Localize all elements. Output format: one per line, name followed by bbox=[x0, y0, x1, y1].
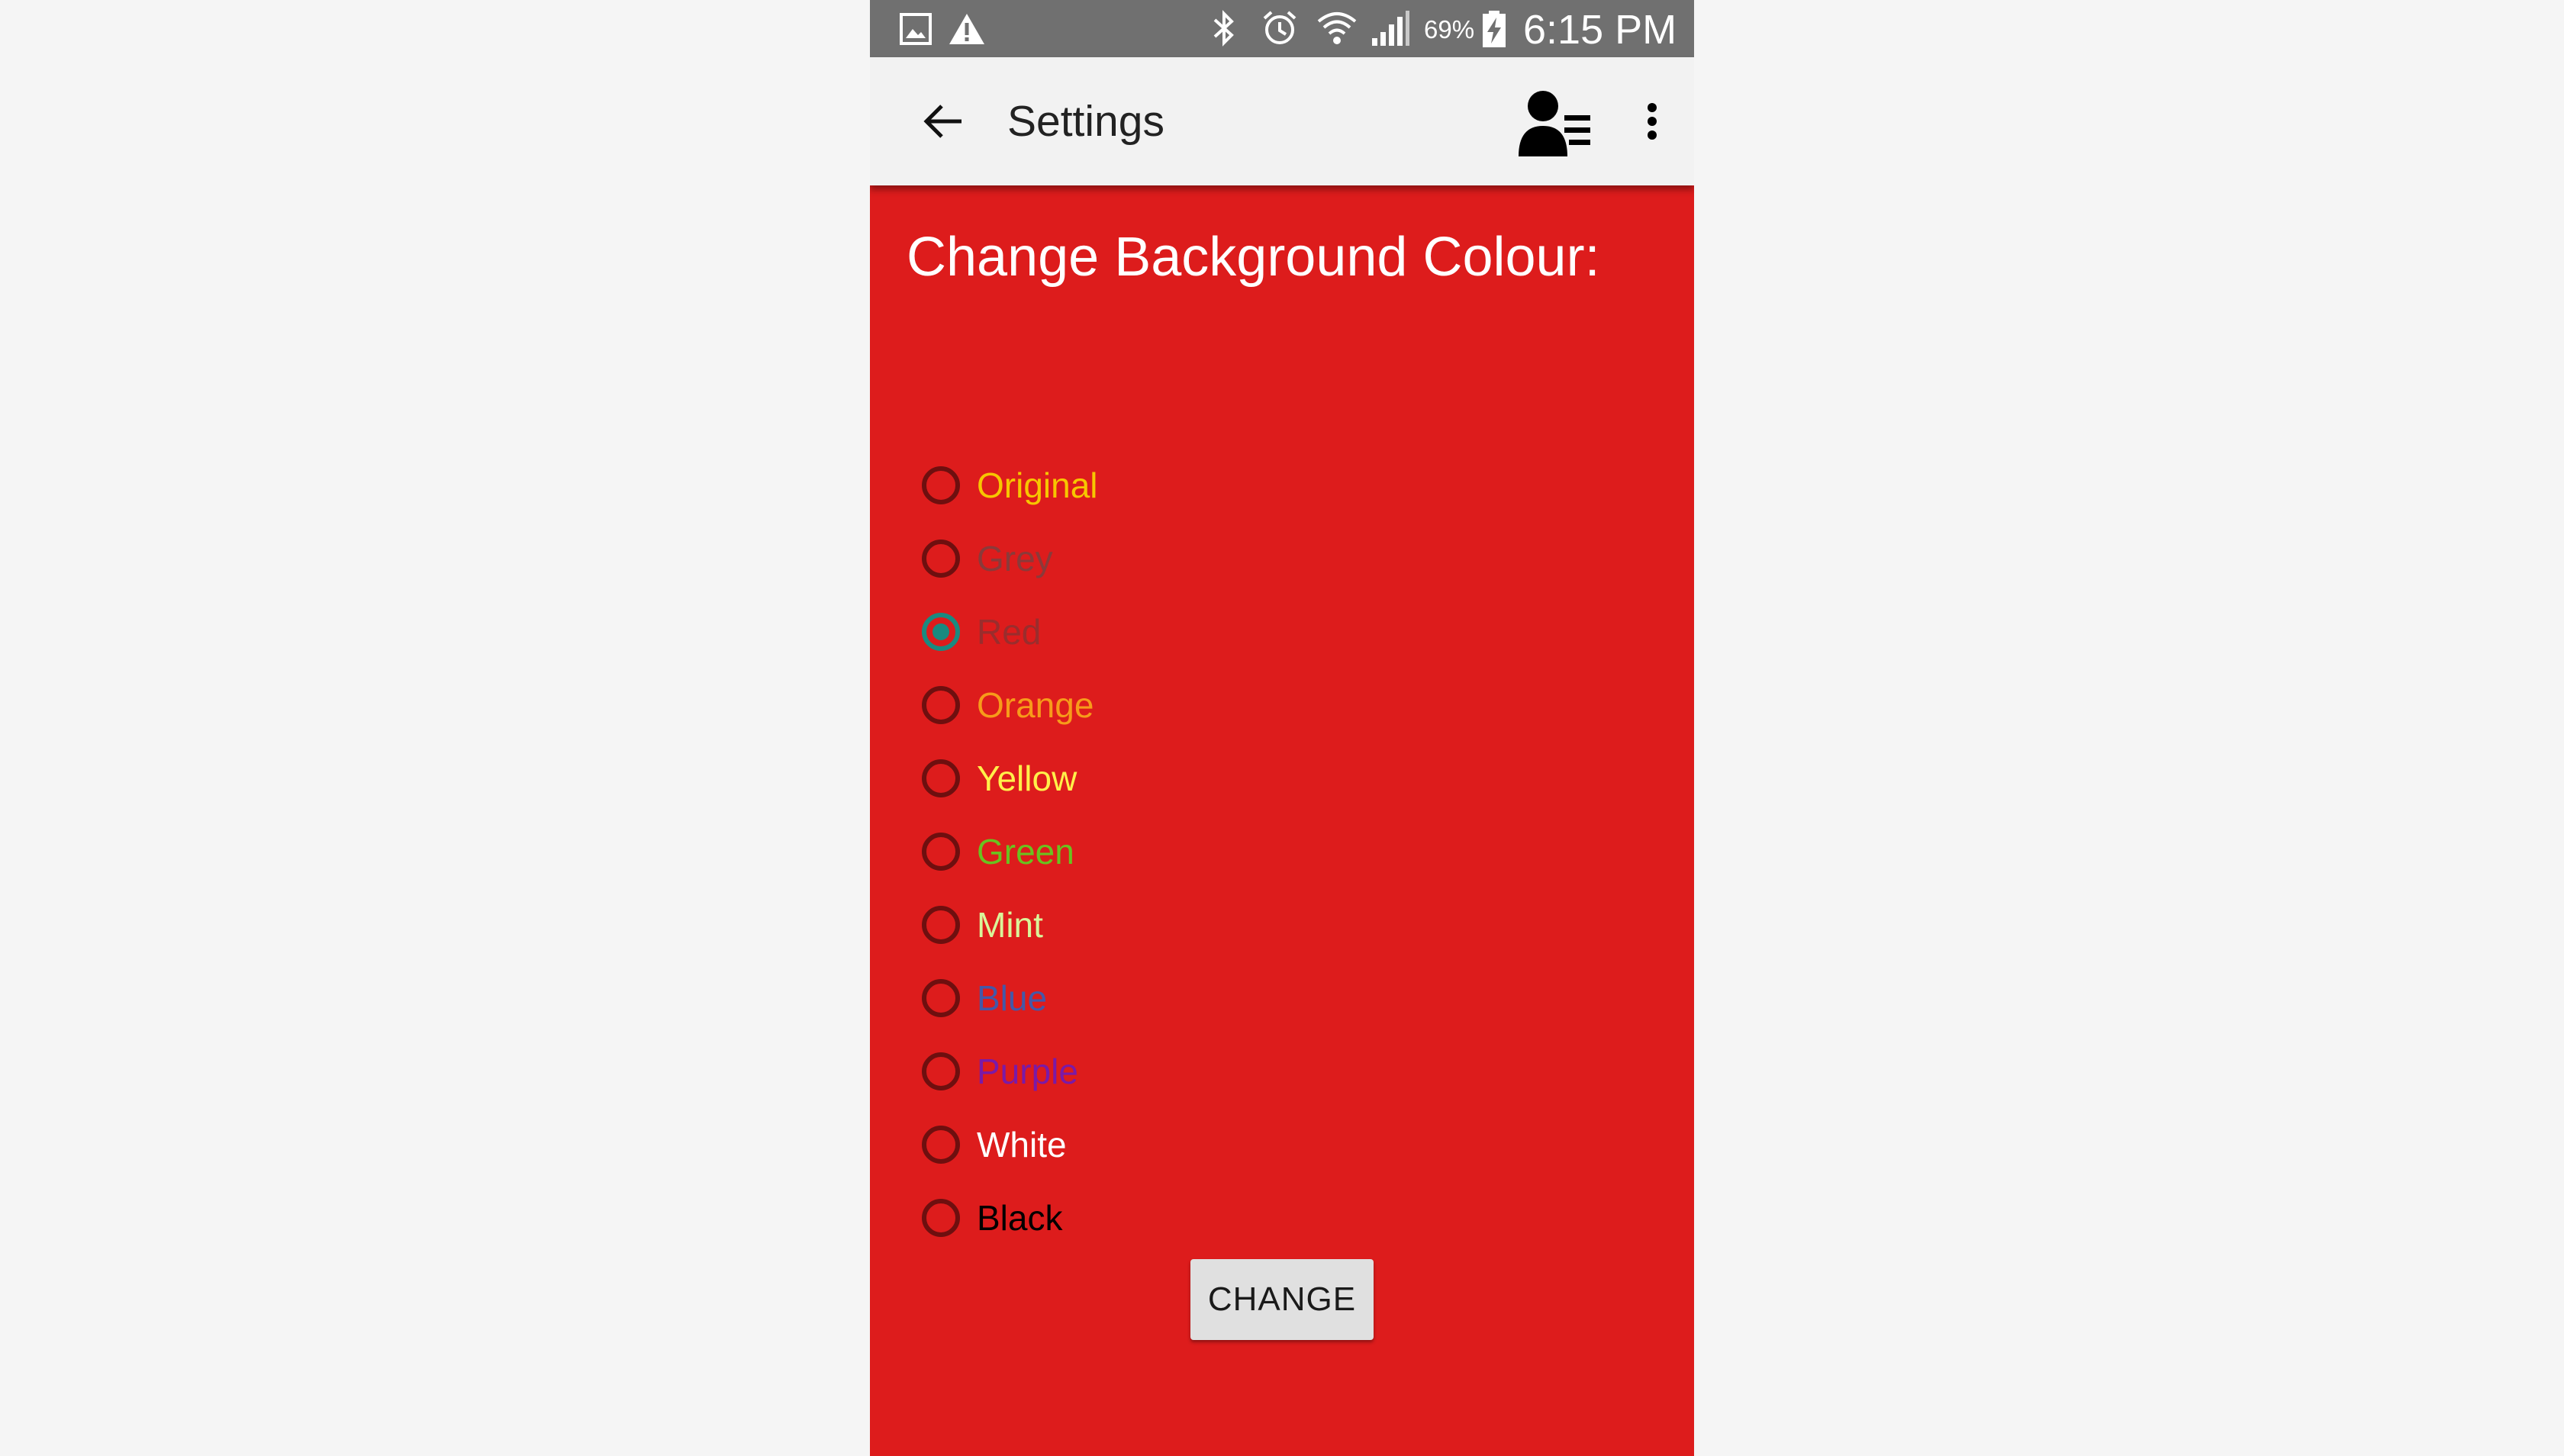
radio-option-white[interactable]: White bbox=[922, 1108, 1456, 1181]
radio-label: Grey bbox=[977, 539, 1053, 578]
radio-label: Mint bbox=[977, 905, 1043, 945]
alarm-icon bbox=[1261, 9, 1299, 51]
radio-label: Original bbox=[977, 465, 1098, 505]
warning-icon bbox=[948, 12, 986, 50]
radio-option-red[interactable]: Red bbox=[922, 595, 1456, 668]
radio-label: White bbox=[977, 1125, 1067, 1164]
radio-option-purple[interactable]: Purple bbox=[922, 1035, 1456, 1108]
back-button[interactable] bbox=[916, 94, 971, 149]
radio-button[interactable] bbox=[922, 686, 960, 724]
radio-button[interactable] bbox=[922, 833, 960, 871]
arrow-left-icon bbox=[923, 105, 961, 138]
radio-option-blue[interactable]: Blue bbox=[922, 962, 1456, 1035]
profile-button[interactable] bbox=[1514, 85, 1598, 161]
radio-option-grey[interactable]: Grey bbox=[922, 522, 1456, 595]
more-vert-icon bbox=[1648, 103, 1657, 140]
radio-label: Purple bbox=[977, 1052, 1078, 1091]
status-bar: 69% 6:15 PM bbox=[870, 0, 1694, 57]
radio-label: Blue bbox=[977, 978, 1048, 1018]
bluetooth-icon bbox=[1210, 9, 1238, 51]
radio-option-original[interactable]: Original bbox=[922, 449, 1456, 522]
signal-icon bbox=[1371, 9, 1410, 51]
radio-button[interactable] bbox=[922, 1052, 960, 1090]
radio-option-mint[interactable]: Mint bbox=[922, 888, 1456, 962]
phone-screen: 69% 6:15 PM Settings Change Background C… bbox=[870, 0, 1694, 1456]
radio-button[interactable] bbox=[922, 540, 960, 578]
radio-label: Black bbox=[977, 1198, 1063, 1238]
radio-button[interactable] bbox=[922, 466, 960, 504]
change-button[interactable]: CHANGE bbox=[1190, 1259, 1374, 1340]
overflow-menu-button[interactable] bbox=[1633, 94, 1671, 149]
radio-option-green[interactable]: Green bbox=[922, 815, 1456, 888]
radio-option-black[interactable]: Black bbox=[922, 1181, 1456, 1255]
battery-percentage: 69% bbox=[1424, 15, 1475, 43]
radio-option-orange[interactable]: Orange bbox=[922, 668, 1456, 742]
page-title: Settings bbox=[1007, 97, 1164, 146]
radio-button[interactable] bbox=[922, 979, 960, 1017]
status-clock: 6:15 PM bbox=[1523, 7, 1677, 53]
colour-radio-group: Original Grey Red Orange Yellow Green Mint Blue… bbox=[922, 449, 1456, 1255]
wifi-icon bbox=[1316, 9, 1358, 51]
section-heading: Change Background Colour: bbox=[907, 227, 1600, 288]
gallery-icon bbox=[899, 12, 933, 50]
radio-label: Green bbox=[977, 832, 1074, 871]
app-bar: Settings bbox=[870, 57, 1694, 185]
radio-label: Red bbox=[977, 612, 1042, 652]
radio-button[interactable] bbox=[922, 1126, 960, 1164]
radio-button[interactable] bbox=[922, 906, 960, 944]
user-list-icon bbox=[1519, 91, 1590, 156]
radio-button[interactable] bbox=[922, 759, 960, 797]
radio-label: Yellow bbox=[977, 759, 1077, 798]
radio-button[interactable] bbox=[922, 1199, 960, 1237]
radio-label: Orange bbox=[977, 685, 1094, 725]
radio-option-yellow[interactable]: Yellow bbox=[922, 742, 1456, 815]
battery-charging-icon bbox=[1480, 9, 1508, 53]
radio-button[interactable] bbox=[922, 613, 960, 651]
